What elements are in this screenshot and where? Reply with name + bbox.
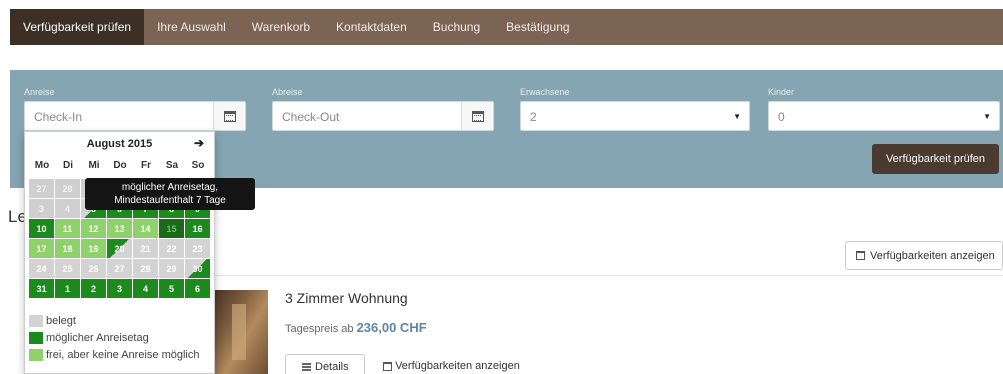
calendar-icon [856, 251, 865, 260]
day-cell[interactable]: 26 [81, 259, 106, 278]
day-cell[interactable]: 17 [29, 239, 54, 258]
weekday-header: Mo Di Mi Do Fr Sa So [29, 160, 211, 171]
day-cell[interactable]: 12 [81, 219, 106, 238]
day-cell: 3 [29, 199, 54, 218]
day-cell[interactable]: 14 [133, 219, 158, 238]
day-cell[interactable]: 16 [185, 219, 210, 238]
apartment-photo[interactable] [208, 290, 268, 374]
children-value: 0 [778, 110, 785, 124]
children-label: Kinder [768, 87, 795, 97]
day-cell[interactable]: 18 [55, 239, 80, 258]
day-cell[interactable]: 10 [29, 219, 54, 238]
legend-label: belegt [46, 314, 76, 327]
arrival-label: Anreise [24, 87, 55, 97]
arrow-right-icon[interactable]: ➔ [194, 136, 204, 150]
tab-bestaetigung[interactable]: Bestätigung [493, 9, 582, 45]
day-cell[interactable]: 28 [133, 259, 158, 278]
day-cell[interactable]: 25 [55, 259, 80, 278]
day-cell: 28 [55, 179, 80, 198]
calendar-icon [223, 110, 236, 122]
tab-buchung[interactable]: Buchung [420, 9, 493, 45]
weekday-label: Fr [141, 160, 151, 171]
legend-swatch [29, 331, 43, 344]
details-button[interactable]: Details [285, 354, 365, 374]
weekday-label: Mo [34, 160, 50, 171]
datepicker-month: August 2015 [86, 138, 153, 150]
day-cell[interactable]: 23 [185, 239, 210, 258]
weekday-label: Do [113, 160, 127, 171]
tab-ihre-auswahl[interactable]: Ihre Auswahl [144, 9, 239, 45]
datepicker-legend: belegt möglicher Anreisetag frei, aber kei… [29, 312, 199, 363]
day-cell[interactable]: 31 [29, 279, 54, 298]
day-cell[interactable]: 6 [185, 279, 210, 298]
legend-label: möglicher Anreisetag [46, 331, 149, 344]
tooltip-line-2: Mindestaufenthalt 7 Tage [114, 195, 226, 206]
check-out-field[interactable]: Check-Out [272, 101, 494, 131]
adults-label: Erwachsene [520, 87, 570, 97]
day-cell[interactable]: 20 [107, 239, 132, 258]
departure-label: Abreise [272, 87, 303, 97]
list-icon [302, 363, 311, 372]
day-cell[interactable]: 2 [81, 279, 106, 298]
day-cell: 27 [29, 179, 54, 198]
legend-item: belegt [29, 312, 199, 329]
day-cell[interactable]: 1 [55, 279, 80, 298]
day-cell[interactable]: 27 [107, 259, 132, 278]
chevron-down-icon: ▼ [733, 112, 741, 121]
availability-link[interactable]: Verfügbarkeiten anzeigen [383, 360, 520, 372]
day-cell[interactable]: 29 [159, 259, 184, 278]
weekday-label: Sa [165, 160, 179, 171]
check-in-calendar-button[interactable] [213, 102, 245, 130]
day-tooltip: möglicher Anreisetag, Mindestaufenthalt … [85, 178, 255, 210]
day-cell[interactable]: 15 [159, 219, 184, 238]
calendar-icon [383, 361, 392, 371]
legend-item: frei, aber keine Anreise möglich [29, 346, 199, 363]
apartment-title[interactable]: 3 Zimmer Wohnung [285, 290, 408, 306]
day-cell[interactable]: 11 [55, 219, 80, 238]
progress-navigation: Verfügbarkeit prüfen Ihre Auswahl Warenk… [10, 9, 1003, 45]
legend-item: möglicher Anreisetag [29, 329, 199, 346]
check-out-placeholder: Check-Out [282, 110, 340, 124]
tab-warenkorb[interactable]: Warenkorb [239, 9, 323, 45]
day-cell[interactable]: 5 [159, 279, 184, 298]
day-cell[interactable]: 24 [29, 259, 54, 278]
day-cell[interactable]: 30 [185, 259, 210, 278]
day-cell[interactable]: 21 [133, 239, 158, 258]
check-out-calendar-button[interactable] [461, 102, 493, 130]
day-cell[interactable]: 19 [81, 239, 106, 258]
weekday-label: Mi [88, 160, 100, 171]
adults-value: 2 [530, 110, 537, 124]
availability-link-label: Verfügbarkeiten anzeigen [395, 360, 520, 372]
day-cell[interactable]: 13 [107, 219, 132, 238]
divider [215, 275, 1003, 276]
day-cell: 4 [55, 199, 80, 218]
check-availability-button[interactable]: Verfügbarkeit prüfen [872, 144, 999, 174]
calendar-icon [471, 110, 484, 122]
tab-kontaktdaten[interactable]: Kontaktdaten [323, 9, 420, 45]
legend-swatch [29, 314, 43, 327]
apartment-price: Tagespreis ab 236,00 CHF [285, 320, 427, 335]
day-cell[interactable]: 3 [107, 279, 132, 298]
check-in-field[interactable]: Check-In [24, 101, 246, 131]
day-cell[interactable]: 4 [133, 279, 158, 298]
weekday-label: Di [63, 160, 73, 171]
weekday-label: So [191, 160, 205, 171]
legend-label: frei, aber keine Anreise möglich [46, 348, 200, 361]
price-prefix: Tagespreis ab [285, 323, 354, 335]
details-label: Details [315, 361, 349, 373]
tab-verfuegbarkeit-pruefen[interactable]: Verfügbarkeit prüfen [10, 9, 145, 45]
datepicker: August 2015 ➔ MoDiMiDoFrSaSo 27282930311… [24, 131, 215, 374]
chevron-down-icon: ▼ [983, 112, 991, 121]
price-amount: 236,00 CHF [356, 320, 427, 335]
day-cell[interactable]: 22 [159, 239, 184, 258]
adults-select[interactable]: 2 ▼ [520, 101, 750, 131]
legend-swatch [29, 348, 43, 361]
tooltip-line-1: möglicher Anreisetag, [121, 182, 219, 193]
children-select[interactable]: 0 ▼ [768, 101, 1000, 131]
check-in-placeholder: Check-In [34, 110, 83, 124]
show-availability-label: Verfügbarkeiten anzeigen [870, 249, 995, 262]
show-availability-button[interactable]: Verfügbarkeiten anzeigen [845, 241, 1003, 270]
